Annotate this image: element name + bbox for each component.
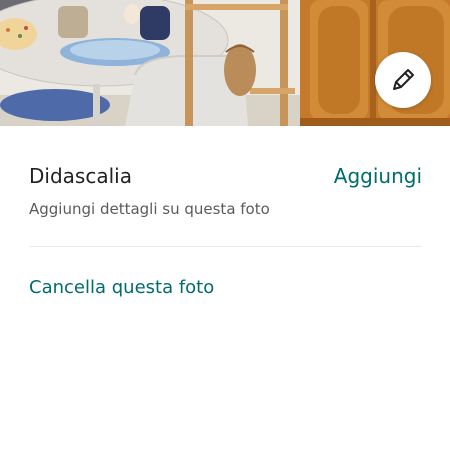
edit-photo-button[interactable] bbox=[375, 52, 431, 108]
add-caption-button[interactable]: Aggiungi bbox=[334, 163, 422, 189]
pencil-icon bbox=[389, 66, 417, 94]
photo-detail-screen: Didascalia Aggiungi Aggiungi dettagli su… bbox=[0, 0, 450, 450]
delete-photo-link[interactable]: Cancella questa foto bbox=[29, 276, 214, 300]
room-photo bbox=[0, 0, 450, 126]
caption-hint: Aggiungi dettagli su questa foto bbox=[29, 200, 270, 218]
caption-title: Didascalia bbox=[29, 164, 132, 188]
divider bbox=[29, 246, 422, 247]
